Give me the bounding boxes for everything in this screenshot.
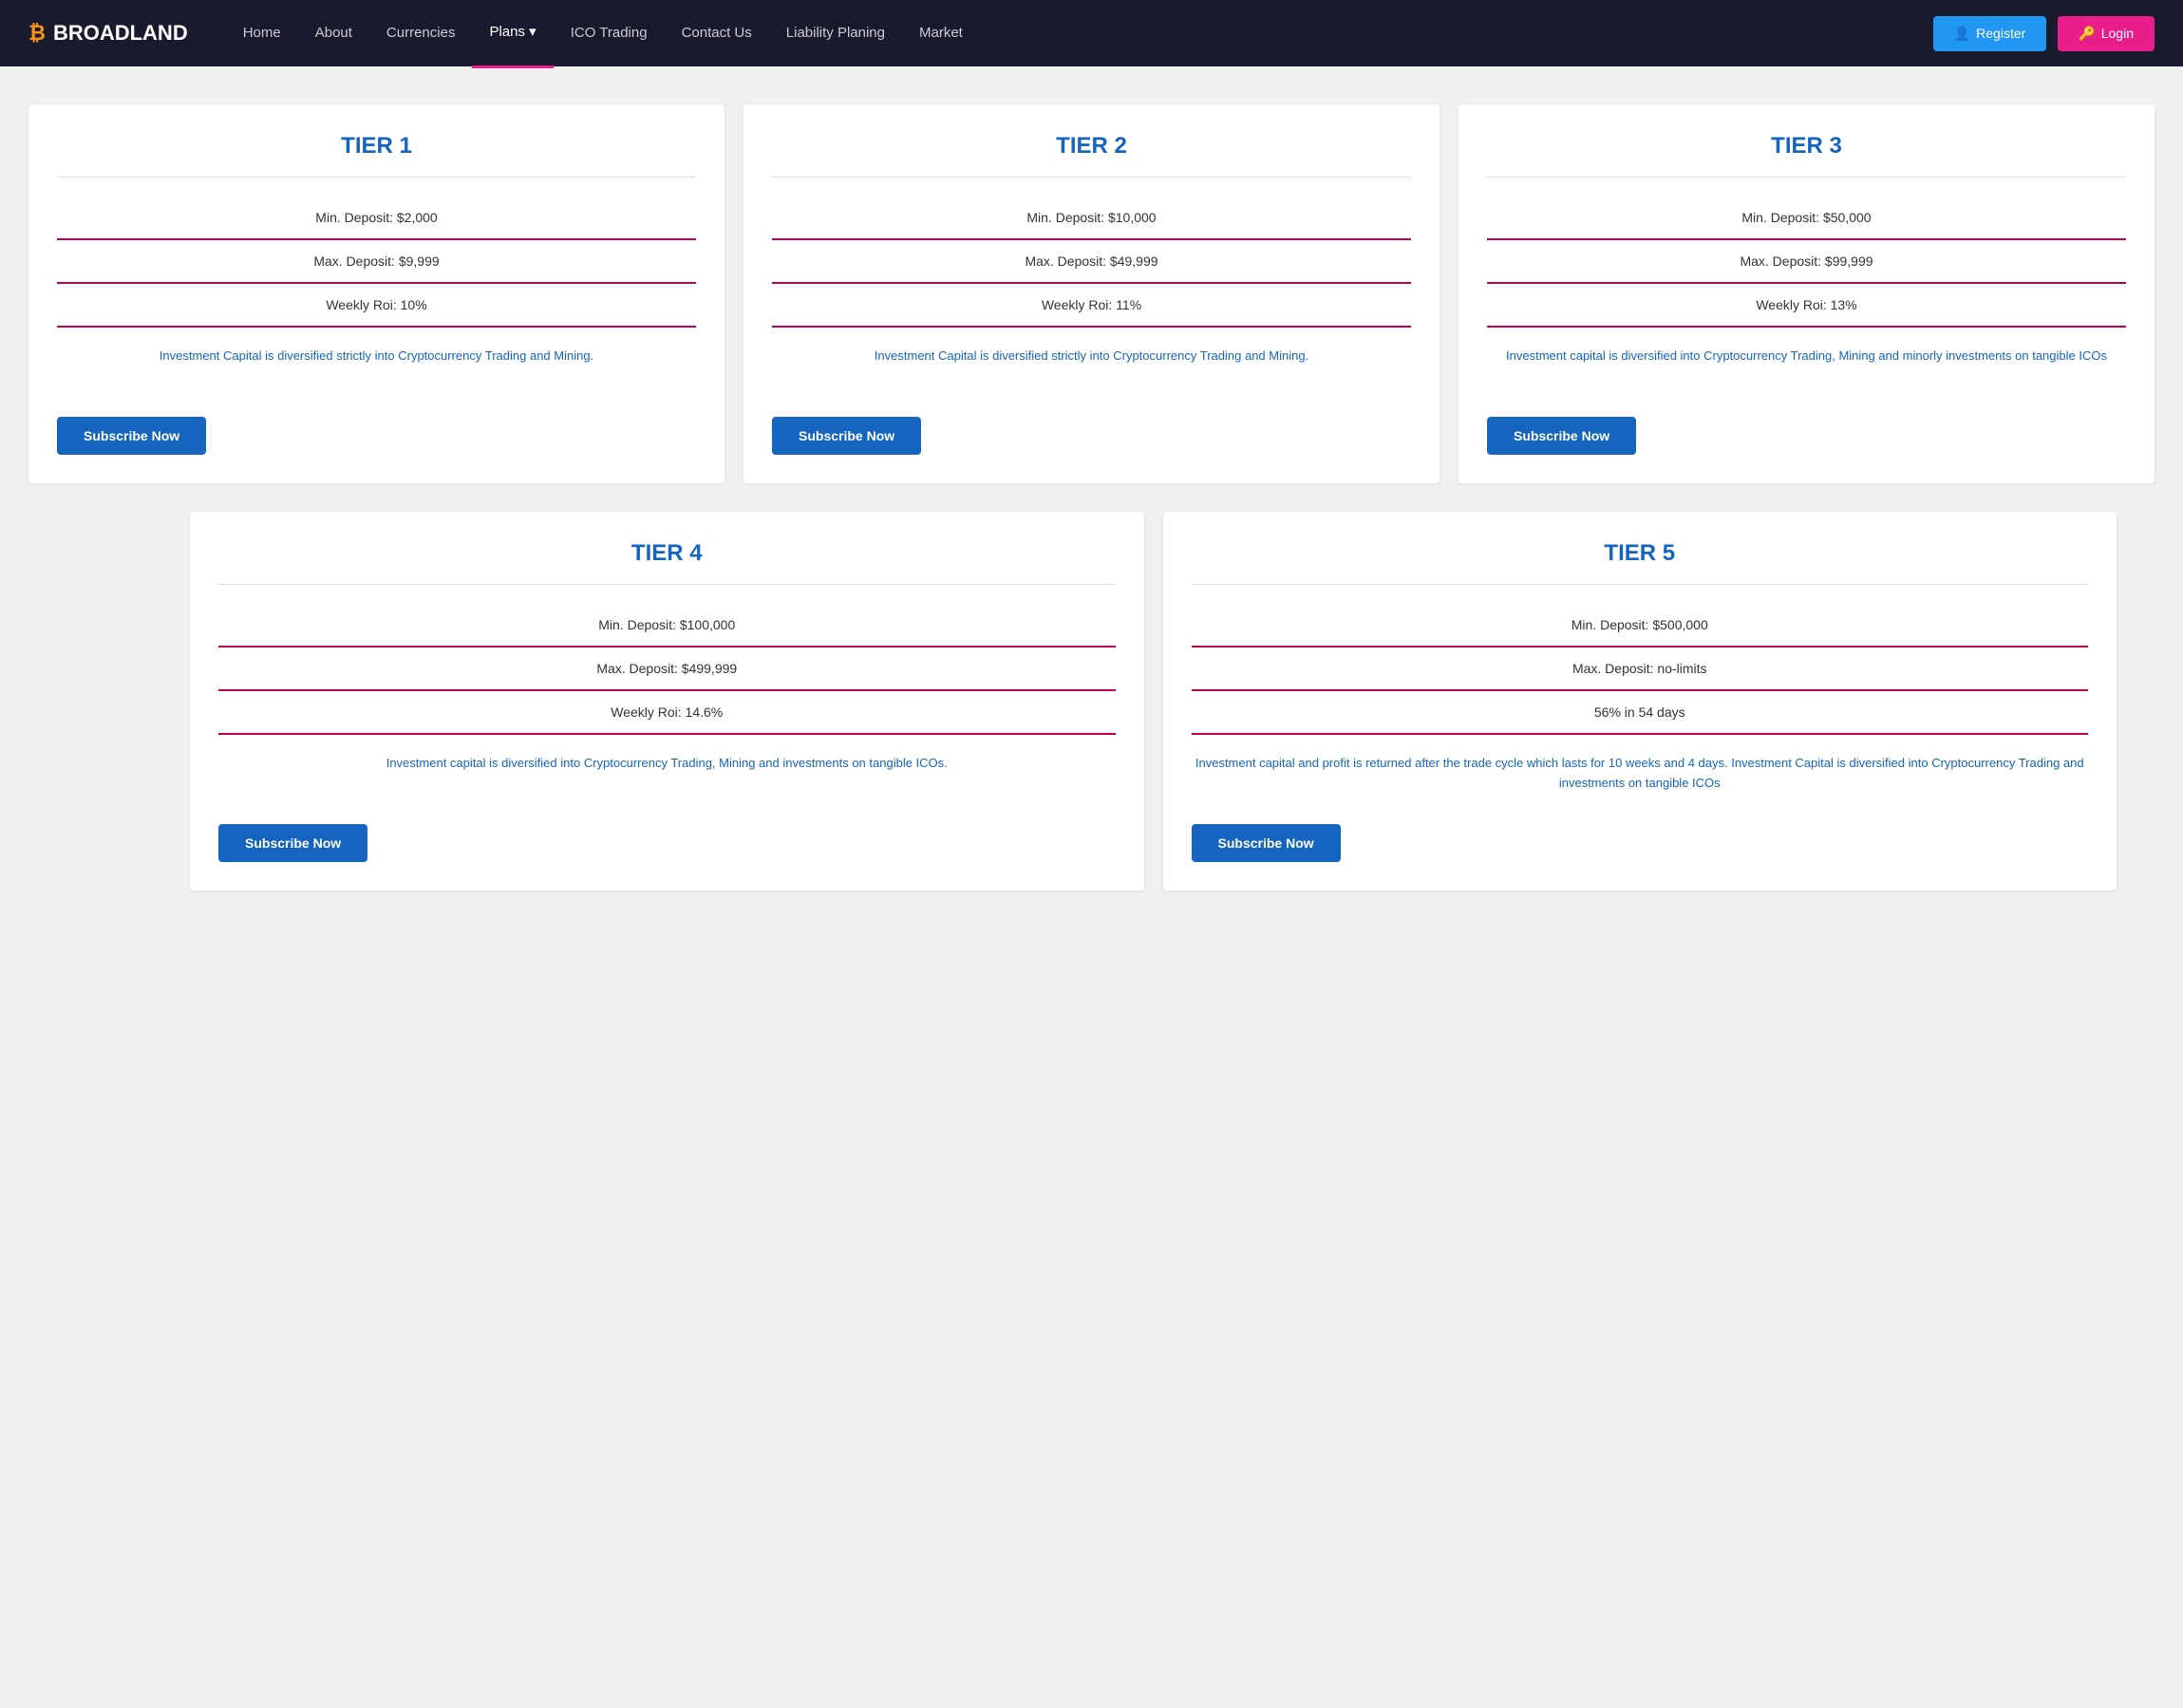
tier-5-subscribe-button[interactable]: Subscribe Now (1192, 824, 1341, 862)
brand-name: BROADLAND (53, 21, 188, 46)
tier-row-2: TIER 4 Min. Deposit: $100,000 Max. Depos… (190, 512, 2117, 891)
tier-5-card: TIER 5 Min. Deposit: $500,000 Max. Depos… (1163, 512, 2117, 891)
tier-2-min-deposit: Min. Deposit: $10,000 (772, 197, 1411, 240)
nav-plans[interactable]: Plans ▾ (472, 0, 553, 68)
tier-1-min-deposit: Min. Deposit: $2,000 (57, 197, 696, 240)
tier-1-description: Investment Capital is diversified strict… (57, 347, 696, 394)
nav-ico-trading[interactable]: ICO Trading (554, 0, 665, 66)
tier-3-weekly-roi: Weekly Roi: 13% (1487, 284, 2126, 328)
nav-currencies[interactable]: Currencies (369, 0, 473, 66)
nav-contact-us[interactable]: Contact Us (665, 0, 769, 66)
nav-liability-planing[interactable]: Liability Planing (769, 0, 902, 66)
tier-4-card: TIER 4 Min. Deposit: $100,000 Max. Depos… (190, 512, 1144, 891)
tier-5-description: Investment capital and profit is returne… (1192, 754, 2089, 801)
main-content: TIER 1 Min. Deposit: $2,000 Max. Deposit… (0, 66, 2183, 929)
register-icon: 👤 (1954, 26, 1970, 42)
tier-2-weekly-roi: Weekly Roi: 11% (772, 284, 1411, 328)
brand-logo[interactable]: ₿ BROADLAND (28, 21, 188, 46)
tier-3-title: TIER 3 (1487, 133, 2126, 160)
btc-icon: ₿ (28, 21, 46, 46)
register-button[interactable]: 👤 Register (1933, 16, 2047, 51)
tier-5-weekly-roi: 56% in 54 days (1192, 691, 2089, 735)
tier-2-divider (772, 177, 1411, 178)
tier-2-description: Investment Capital is diversified strict… (772, 347, 1411, 394)
tier-4-min-deposit: Min. Deposit: $100,000 (218, 604, 1116, 648)
tier-3-max-deposit: Max. Deposit: $99,999 (1487, 240, 2126, 284)
tier-2-max-deposit: Max. Deposit: $49,999 (772, 240, 1411, 284)
nav-right: 👤 Register 🔑 Login (1933, 16, 2155, 51)
tier-5-divider (1192, 584, 2089, 585)
tier-1-subscribe-button[interactable]: Subscribe Now (57, 417, 206, 455)
tier-4-description: Investment capital is diversified into C… (218, 754, 1116, 801)
tier-3-card: TIER 3 Min. Deposit: $50,000 Max. Deposi… (1458, 104, 2155, 483)
tier-2-subscribe-button[interactable]: Subscribe Now (772, 417, 921, 455)
tier-2-card: TIER 2 Min. Deposit: $10,000 Max. Deposi… (743, 104, 1440, 483)
nav-home[interactable]: Home (226, 0, 298, 66)
nav-market[interactable]: Market (902, 0, 980, 66)
tier-5-min-deposit: Min. Deposit: $500,000 (1192, 604, 2089, 648)
tier-1-weekly-roi: Weekly Roi: 10% (57, 284, 696, 328)
tier-4-divider (218, 584, 1116, 585)
tier-5-title: TIER 5 (1192, 540, 2089, 567)
tier-row-1: TIER 1 Min. Deposit: $2,000 Max. Deposit… (28, 104, 2155, 483)
login-icon: 🔑 (2079, 26, 2095, 42)
tier-1-card: TIER 1 Min. Deposit: $2,000 Max. Deposit… (28, 104, 725, 483)
tier-1-max-deposit: Max. Deposit: $9,999 (57, 240, 696, 284)
navbar: ₿ BROADLAND Home About Currencies Plans … (0, 0, 2183, 66)
tier-3-min-deposit: Min. Deposit: $50,000 (1487, 197, 2126, 240)
tier-4-title: TIER 4 (218, 540, 1116, 567)
tier-1-divider (57, 177, 696, 178)
tier-4-weekly-roi: Weekly Roi: 14.6% (218, 691, 1116, 735)
tier-3-divider (1487, 177, 2126, 178)
tier-5-max-deposit: Max. Deposit: no-limits (1192, 648, 2089, 691)
nav-links: Home About Currencies Plans ▾ ICO Tradin… (226, 0, 1933, 68)
tier-3-subscribe-button[interactable]: Subscribe Now (1487, 417, 1636, 455)
tier-4-max-deposit: Max. Deposit: $499,999 (218, 648, 1116, 691)
tier-4-subscribe-button[interactable]: Subscribe Now (218, 824, 367, 862)
tier-2-title: TIER 2 (772, 133, 1411, 160)
tier-3-description: Investment capital is diversified into C… (1487, 347, 2126, 394)
nav-about[interactable]: About (298, 0, 369, 66)
tier-1-title: TIER 1 (57, 133, 696, 160)
login-button[interactable]: 🔑 Login (2058, 16, 2155, 51)
